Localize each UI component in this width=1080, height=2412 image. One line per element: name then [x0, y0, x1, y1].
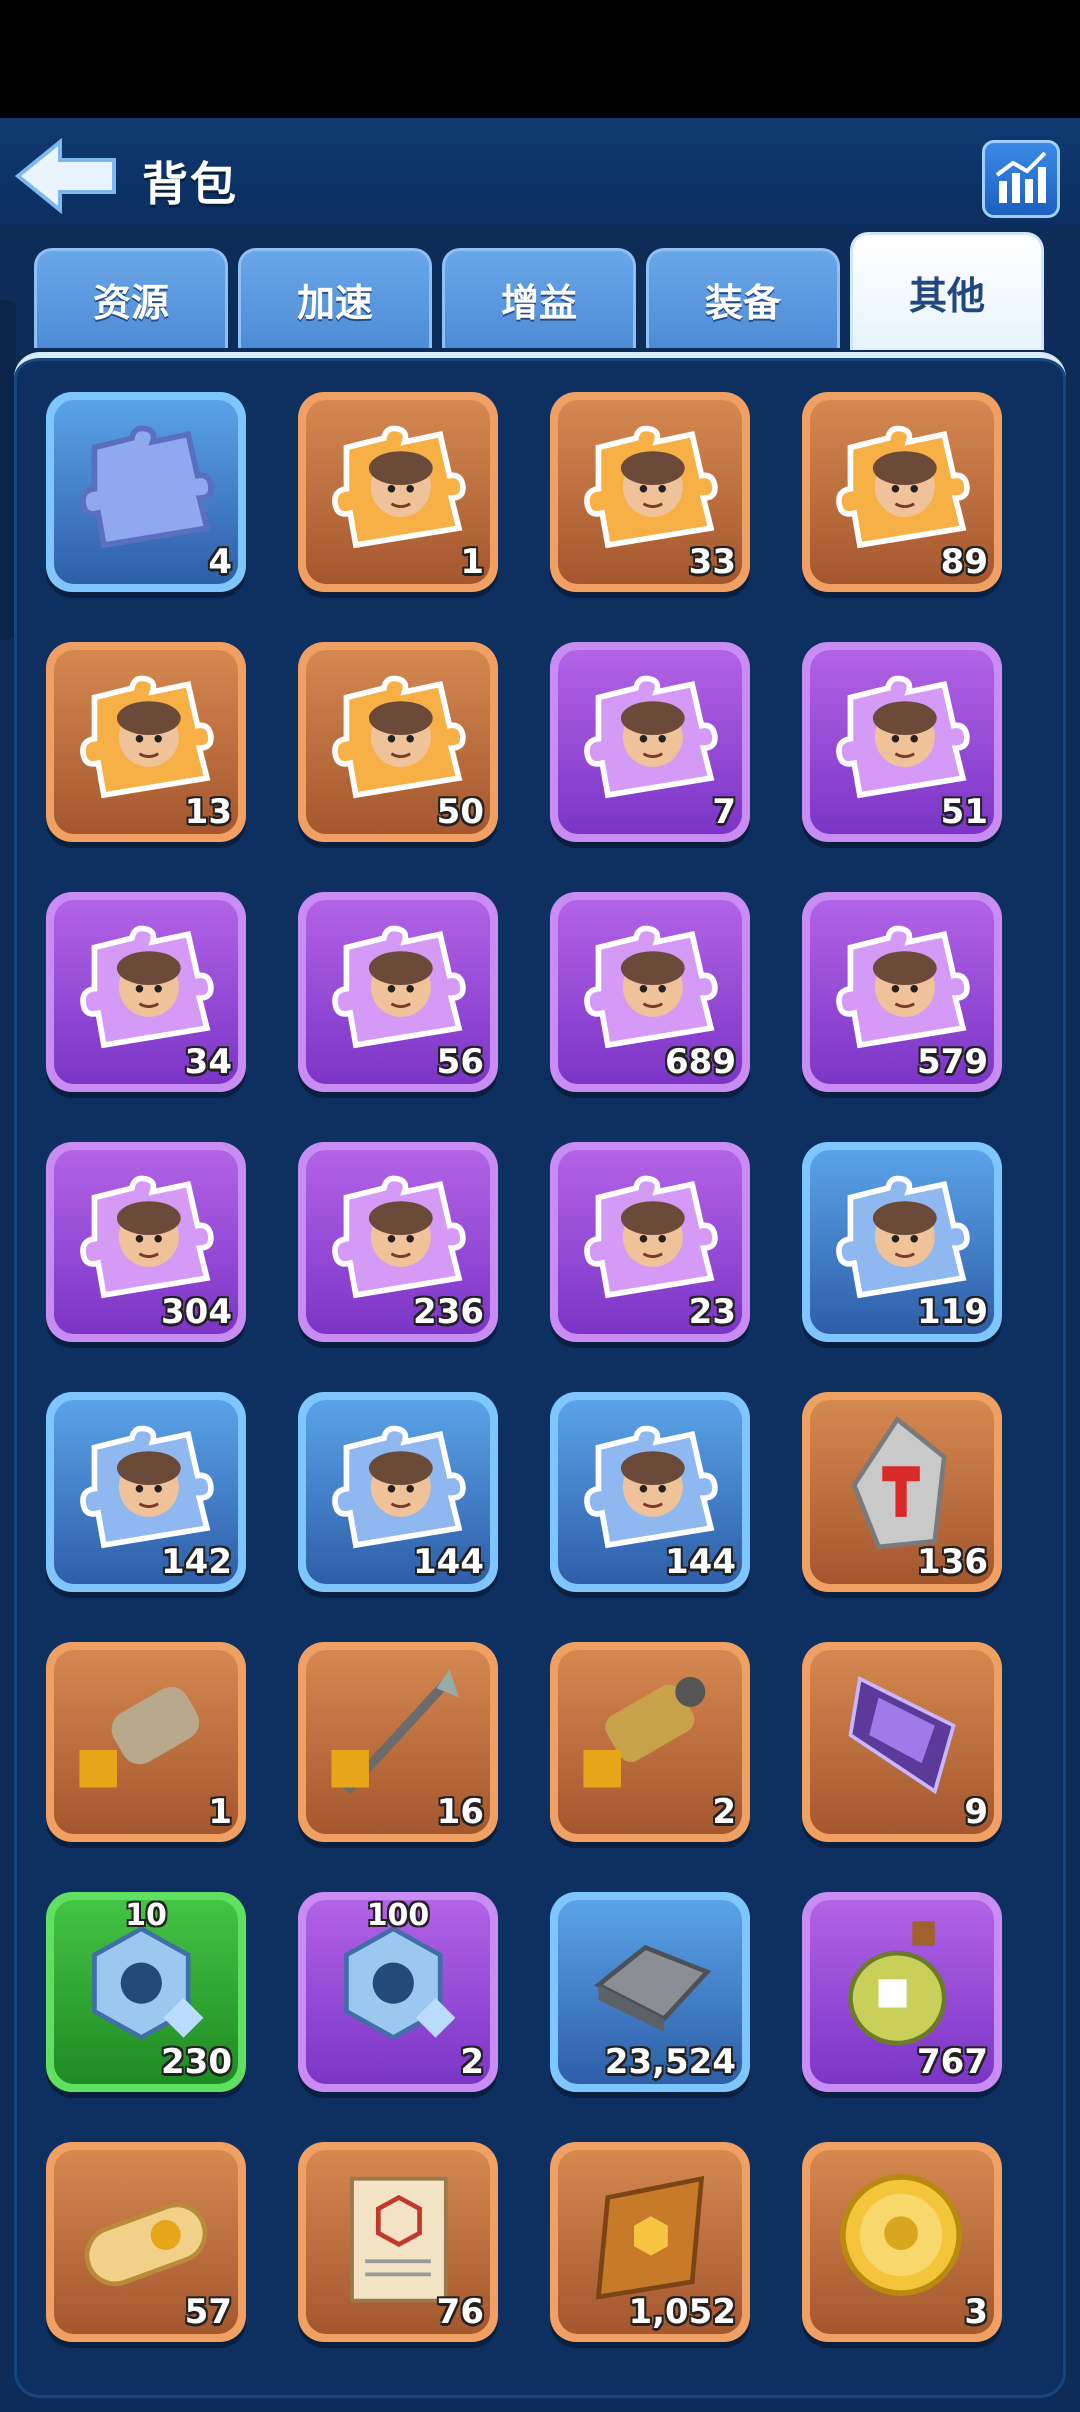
inventory-item[interactable]: 34	[46, 892, 246, 1092]
inventory-item[interactable]: 100 2	[298, 1892, 498, 2092]
inventory-item[interactable]: 13	[46, 642, 246, 842]
item-count: 13	[184, 792, 232, 832]
inventory-item[interactable]: 2	[550, 1642, 750, 1842]
inventory-item[interactable]: 304	[46, 1142, 246, 1342]
inventory-item[interactable]: 9	[802, 1642, 1002, 1842]
inventory-item[interactable]: 689	[550, 892, 750, 1092]
item-count: 56	[436, 1042, 484, 1082]
item-count: 1,052	[628, 2292, 736, 2332]
item-count: 33	[688, 542, 736, 582]
inventory-item[interactable]: 56	[298, 892, 498, 1092]
item-count: 89	[940, 542, 988, 582]
inventory-item[interactable]: 23,524	[550, 1892, 750, 2092]
item-count: 16	[436, 1792, 484, 1832]
item-count: 1	[460, 542, 484, 582]
tab-speedup[interactable]: 加速	[238, 248, 432, 348]
item-count: 7	[712, 792, 736, 832]
item-level-label: 10	[125, 1898, 167, 1933]
back-arrow-icon[interactable]	[14, 137, 118, 215]
item-count: 1	[208, 1792, 232, 1832]
item-count: 579	[917, 1042, 988, 1082]
inventory-item[interactable]: 7	[550, 642, 750, 842]
inventory-item[interactable]: 16	[298, 1642, 498, 1842]
tab-other[interactable]: 其他	[850, 232, 1044, 350]
item-count: 689	[665, 1042, 736, 1082]
item-count: 50	[436, 792, 484, 832]
item-count: 23	[688, 1292, 736, 1332]
inventory-item[interactable]: 144	[550, 1392, 750, 1592]
inventory-item[interactable]: 57	[46, 2142, 246, 2342]
item-count: 3	[964, 2292, 988, 2332]
item-count: 76	[436, 2292, 484, 2332]
tab-equipment[interactable]: 装备	[646, 248, 840, 348]
tab-resources[interactable]: 资源	[34, 248, 228, 348]
inventory-item[interactable]: 23	[550, 1142, 750, 1342]
inventory-item[interactable]: 4	[46, 392, 246, 592]
inventory-item[interactable]: 767	[802, 1892, 1002, 2092]
inventory-item[interactable]: 51	[802, 642, 1002, 842]
inventory-item[interactable]: 136	[802, 1392, 1002, 1592]
inventory-item[interactable]: 50	[298, 642, 498, 842]
inventory-item[interactable]: 3	[802, 2142, 1002, 2342]
inventory-item[interactable]: 236	[298, 1142, 498, 1342]
inventory-item[interactable]: 119	[802, 1142, 1002, 1342]
item-count: 144	[413, 1542, 484, 1582]
item-count: 136	[917, 1542, 988, 1582]
tab-bar: 资源 加速 增益 装备 其他	[0, 230, 1080, 350]
inventory-item[interactable]: 1,052	[550, 2142, 750, 2342]
inventory-item[interactable]: 33	[550, 392, 750, 592]
item-count: 144	[665, 1542, 736, 1582]
item-count: 119	[917, 1292, 988, 1332]
inventory-item[interactable]: 1	[46, 1642, 246, 1842]
tab-boost[interactable]: 增益	[442, 248, 636, 348]
item-count: 2	[460, 2042, 484, 2082]
inventory-item[interactable]: 10 230	[46, 1892, 246, 2092]
item-count: 304	[161, 1292, 232, 1332]
inventory-item[interactable]: 89	[802, 392, 1002, 592]
inventory-item[interactable]: 579	[802, 892, 1002, 1092]
stats-chart-icon[interactable]	[982, 140, 1060, 218]
item-count: 57	[184, 2292, 232, 2332]
top-bar: 背包	[0, 118, 1080, 230]
status-bar	[0, 0, 1080, 118]
item-count: 767	[917, 2042, 988, 2082]
item-count: 230	[161, 2042, 232, 2082]
item-count: 236	[413, 1292, 484, 1332]
page-title: 背包	[142, 157, 238, 211]
item-count: 34	[184, 1042, 232, 1082]
inventory-item[interactable]: 142	[46, 1392, 246, 1592]
item-count: 23,524	[604, 2042, 736, 2082]
inventory-item[interactable]: 76	[298, 2142, 498, 2342]
item-count: 9	[964, 1792, 988, 1832]
item-count: 51	[940, 792, 988, 832]
inventory-item[interactable]: 1	[298, 392, 498, 592]
item-level-label: 100	[366, 1898, 430, 1933]
item-count: 4	[208, 542, 232, 582]
inventory-item[interactable]: 144	[298, 1392, 498, 1592]
item-count: 142	[161, 1542, 232, 1582]
item-count: 2	[712, 1792, 736, 1832]
